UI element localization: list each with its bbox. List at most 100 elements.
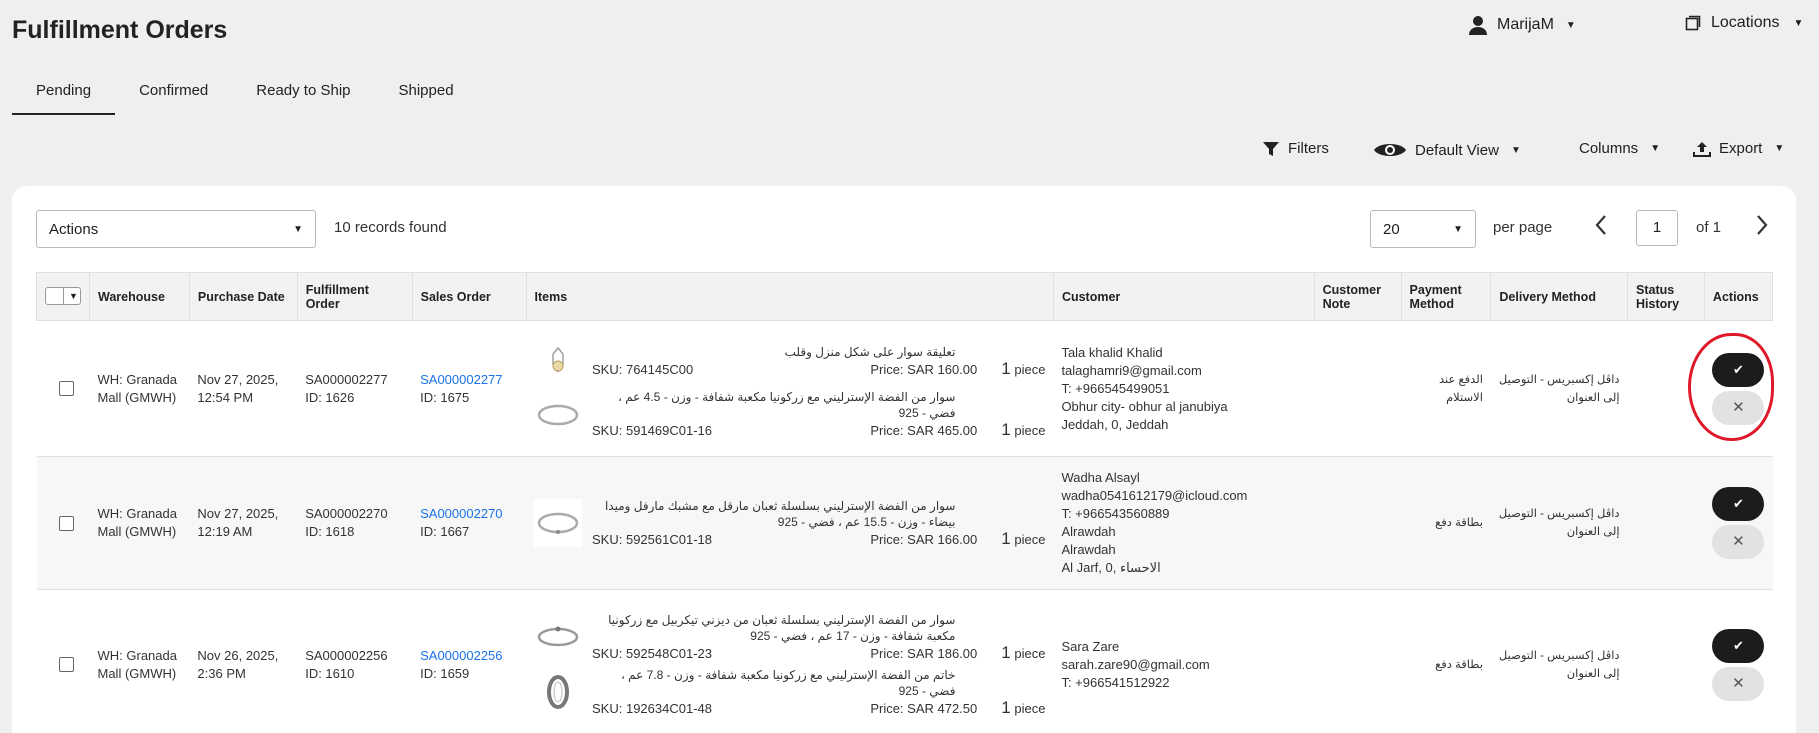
reject-button[interactable]: ✕ [1712,666,1765,701]
actions-select-label: Actions [49,220,99,238]
col-warehouse[interactable]: Warehouse [89,272,190,321]
table-row: WH: Granada Mall (GMWH) Nov 27, 2025, 12… [36,320,1773,457]
chevron-down-icon: ▼ [1565,19,1576,31]
user-name: MarijaM [1497,16,1554,33]
row-checkbox[interactable] [58,515,74,531]
next-page-icon[interactable] [1755,214,1769,243]
payment-method-cell: بطاقة دفع [1401,456,1491,590]
customer-note-cell [1314,456,1402,590]
view-selector[interactable]: Default View ▼ [1373,140,1521,160]
bulk-actions-select[interactable]: Actions ▼ [36,210,316,248]
so-id: ID: 1667 [420,524,470,539]
item-name: سوار من الفضة الإسترليني بسلسلة ثعبان من… [608,612,956,643]
eye-icon [1374,144,1406,156]
payment-method-cell: الدفع عند الاستلام [1401,320,1491,457]
customer-address: Alrawdah [1061,524,1116,539]
check-icon: ✔ [1733,637,1744,653]
col-payment-method[interactable]: Payment Method [1400,272,1492,321]
fulfillment-order-cell: SA000002256 ID: 1610 [297,589,413,733]
tab-confirmed[interactable]: Confirmed [115,76,232,115]
close-icon: ✕ [1732,398,1745,416]
prev-page-icon[interactable] [1594,214,1608,243]
status-history-cell [1627,320,1705,457]
item-name: تعليقة سوار على شكل منزل وقلب [784,344,956,359]
col-fulfillment-order[interactable]: Fulfillment Order [296,272,413,321]
items-cell: تعليقة سوار على شكل منزل وقلب SKU: 76414… [526,320,1054,457]
fo-number: SA000002256 [305,647,388,663]
confirm-button[interactable]: ✔ [1712,628,1765,663]
col-items[interactable]: Items [525,272,1054,321]
item-name: سوار من الفضة الإسترليني بسلسلة ثعبان ما… [604,498,956,529]
close-icon: ✕ [1732,674,1745,692]
purchase-date-cell: Nov 27, 2025, 12:54 PM [189,320,298,457]
sales-order-link[interactable]: SA000002277 [420,371,518,389]
columns-button[interactable]: Columns ▼ [1579,140,1660,157]
fo-id: ID: 1626 [305,389,355,405]
customer-cell: Wadha Alsayl wadha0541612179@icloud.com … [1053,456,1315,590]
col-delivery-method[interactable]: Delivery Method [1490,272,1629,321]
actions-cell: ✔ ✕ [1704,456,1773,590]
sales-order-cell: SA000002277 ID: 1675 [412,320,527,457]
reject-button[interactable]: ✕ [1712,390,1765,425]
select-all-header: ▼ [36,272,90,321]
close-icon: ✕ [1732,533,1745,550]
customer-phone: T: +966541512922 [1061,674,1170,690]
toolbar: Filters Default View ▼ Columns ▼ Export … [0,140,1819,164]
per-page-value: 20 [1383,220,1400,238]
customer-phone: T: +966543560889 [1061,506,1170,521]
sales-order-link[interactable]: SA000002256 [420,647,518,665]
warehouse-cell: WH: Granada Mall (GMWH) [89,589,190,733]
tab-ready-to-ship[interactable]: Ready to Ship [232,76,374,115]
col-actions[interactable]: Actions [1703,272,1774,321]
tab-pending[interactable]: Pending [12,76,116,115]
records-count: 10 records found [334,219,447,236]
reject-button[interactable]: ✕ [1712,525,1765,559]
filters-button[interactable]: Filters [1262,140,1329,157]
list-item: سوار من الفضة الإسترليني مع زركونيا مكعب… [534,389,1045,440]
status-history-cell [1627,456,1705,590]
customer-city: Jeddah, 0, Jeddah [1061,416,1169,432]
delivery-method-cell: داڤل إكسبريس - التوصيل إلى العنوان [1490,589,1628,733]
user-menu[interactable]: MarijaM ▼ [1467,14,1576,36]
location-window-icon [1685,15,1701,31]
row-checkbox[interactable] [58,381,74,396]
filter-icon [1263,141,1279,156]
check-icon: ✔ [1733,361,1744,377]
item-qty: 1 piece [1001,420,1046,439]
item-qty: 1 piece [1001,642,1046,662]
view-label: Default View [1415,141,1499,159]
per-page-label: per page [1493,219,1553,236]
col-status-history[interactable]: Status History [1627,272,1705,321]
purchase-date-cell: Nov 26, 2025, 2:36 PM [189,589,298,733]
item-qty: 1 piece [1001,697,1046,717]
customer-email: talaghamri9@gmail.com [1061,362,1202,378]
items-cell: سوار من الفضة الإسترليني بسلسلة ثعبان من… [526,589,1054,733]
orders-table: ▼ Warehouse Purchase Date Fulfillment Or… [36,272,1774,733]
payment-method-cell: بطاقة دفع [1401,589,1491,733]
export-button[interactable]: Export ▼ [1693,140,1784,157]
fo-number: SA000002270 [305,506,388,521]
col-customer[interactable]: Customer [1052,272,1315,321]
table-row: WH: Granada Mall (GMWH) Nov 27, 2025, 12… [36,456,1773,590]
row-checkbox[interactable] [58,657,74,672]
select-all-checkbox[interactable]: ▼ [45,286,81,305]
tab-shipped[interactable]: Shipped [375,76,478,115]
actions-cell: ✔ ✕ [1704,589,1773,733]
item-qty: 1 piece [1001,358,1046,378]
sales-order-cell: SA000002270 ID: 1667 [412,456,527,590]
col-sales-order[interactable]: Sales Order [411,272,527,321]
confirm-button[interactable]: ✔ [1712,487,1765,521]
col-purchase-date[interactable]: Purchase Date [188,272,298,321]
row-select-cell [36,320,90,457]
page-number-input[interactable]: 1 [1636,210,1678,246]
item-name: سوار من الفضة الإسترليني مع زركونيا مكعب… [617,390,956,420]
per-page-select[interactable]: 20 ▼ [1370,210,1476,248]
confirm-button[interactable]: ✔ [1712,352,1765,387]
check-icon: ✔ [1733,496,1744,511]
col-customer-note[interactable]: Customer Note [1313,272,1402,321]
locations-menu[interactable]: Locations ▼ [1685,14,1803,32]
sales-order-link[interactable]: SA000002270 [420,505,518,523]
status-history-cell [1627,589,1705,733]
customer-note-cell [1314,320,1402,457]
columns-label: Columns [1579,140,1639,157]
